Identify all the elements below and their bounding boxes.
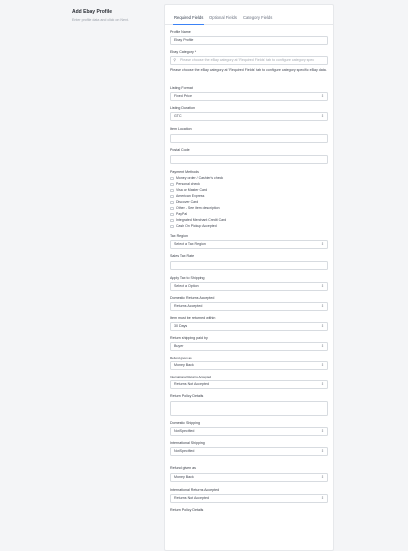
return-within-select[interactable]: 30 Days ⇕ — [170, 322, 328, 331]
return-within-label: Item must be returned within — [170, 316, 216, 320]
checkbox[interactable] — [170, 224, 174, 228]
ebay-category-placeholder: Please choose the eBay category at 'Requ… — [180, 58, 315, 62]
chevron-updown-icon: ⇕ — [320, 324, 324, 328]
chevron-updown-icon: ⇕ — [320, 429, 324, 433]
tax-region-select[interactable]: Select a Tax Region ⇕ — [170, 240, 328, 249]
refund-given-label: Refund given as — [170, 356, 192, 360]
domestic-returns-value: Returns Accepted — [174, 304, 203, 308]
chevron-updown-icon: ⇕ — [320, 242, 324, 246]
checkbox[interactable] — [170, 176, 174, 180]
checkbox[interactable] — [170, 200, 174, 204]
chevron-updown-icon: ⇕ — [320, 496, 324, 500]
chevron-updown-icon: ⇕ — [320, 363, 324, 367]
chevron-updown-icon: ⇕ — [320, 94, 324, 98]
chevron-updown-icon: ⇕ — [320, 304, 324, 308]
listing-format-label: Listing Format — [170, 86, 193, 90]
checkbox[interactable] — [170, 218, 174, 222]
domestic-shipping-select[interactable]: NotSpecified ⇕ — [170, 427, 328, 436]
intl-returns-select-2[interactable]: Returns Not Accepted ⇕ — [170, 494, 328, 503]
listing-duration-value: GTC — [174, 114, 182, 118]
return-within-value: 30 Days — [174, 324, 188, 328]
checkbox[interactable] — [170, 188, 174, 192]
domestic-returns-label: Domestic Returns Accepted — [170, 296, 215, 300]
sales-tax-rate-label: Sales Tax Rate — [170, 254, 195, 258]
tab-bar: Required Fields Optional Fields Category… — [165, 5, 333, 25]
postal-code-input[interactable] — [170, 155, 328, 164]
search-icon: ⚲ — [173, 58, 177, 62]
page-subtitle: Enter profile data and click on Next. — [72, 18, 129, 22]
sidebar-info: Add Ebay Profile Enter profile data and … — [72, 9, 157, 23]
intl-returns-label-2: International Returns Accepted — [170, 488, 220, 492]
intl-shipping-label: International Shipping — [170, 441, 205, 445]
apply-tax-shipping-value: Select a Option — [174, 284, 199, 288]
postal-code-label: Postal Code — [170, 148, 190, 152]
page-title: Add Ebay Profile — [72, 9, 113, 15]
return-policy-label-2: Return Policy Details — [170, 508, 204, 512]
refund-given-select-2[interactable]: Money Back ⇕ — [170, 473, 328, 482]
checkbox[interactable] — [170, 212, 174, 216]
tab-category-fields[interactable]: Category Fields — [243, 15, 272, 20]
tax-region-value: Select a Tax Region — [174, 242, 206, 246]
return-shipping-paid-select[interactable]: Buyer ⇕ — [170, 342, 328, 351]
return-policy-textarea[interactable] — [170, 401, 328, 416]
listing-duration-select[interactable]: GTC ⇕ — [170, 112, 328, 121]
payment-methods-label: Payment Methods — [170, 170, 199, 174]
listing-format-select[interactable]: Fixed Price ⇕ — [170, 92, 328, 101]
profile-name-input[interactable]: Ebay Profile — [170, 36, 328, 45]
chevron-updown-icon: ⇕ — [320, 449, 324, 453]
profile-form-card: Required Fields Optional Fields Category… — [164, 4, 334, 551]
apply-tax-shipping-select[interactable]: Select a Option ⇕ — [170, 282, 328, 291]
refund-given-value-2: Money Back — [174, 475, 194, 479]
chevron-updown-icon: ⇕ — [320, 382, 324, 386]
intl-returns-label: International Returns Accepted — [170, 375, 212, 379]
item-location-input[interactable] — [170, 134, 328, 143]
chevron-updown-icon: ⇕ — [320, 475, 324, 479]
domestic-returns-select[interactable]: Returns Accepted ⇕ — [170, 302, 328, 311]
listing-format-value: Fixed Price — [174, 94, 192, 98]
chevron-updown-icon: ⇕ — [320, 344, 324, 348]
profile-name-label: Profile Name — [170, 30, 191, 34]
refund-given-label-2: Refund given as — [170, 466, 196, 470]
chevron-updown-icon: ⇕ — [320, 114, 324, 118]
category-note: Please choose the eBay category at 'Requ… — [170, 68, 327, 72]
checkbox[interactable] — [170, 194, 174, 198]
ebay-category-label: Ebay Category * — [170, 50, 197, 54]
sales-tax-rate-input[interactable] — [170, 261, 328, 270]
return-shipping-paid-value: Buyer — [174, 344, 184, 348]
tab-optional-fields[interactable]: Optional Fields — [209, 15, 237, 20]
apply-tax-shipping-label: Apply Tax to Shipping — [170, 276, 205, 280]
refund-given-value: Money Back — [174, 363, 194, 367]
chevron-updown-icon: ⇕ — [320, 284, 324, 288]
intl-shipping-value: NotSpecified — [174, 449, 195, 453]
tab-required-fields[interactable]: Required Fields — [172, 15, 205, 25]
intl-returns-select[interactable]: Returns Not Accepted ⇕ — [170, 380, 328, 389]
item-location-label: Item Location — [170, 127, 192, 131]
refund-given-select[interactable]: Money Back ⇕ — [170, 361, 328, 370]
return-shipping-paid-label: Return shipping paid by — [170, 336, 208, 340]
domestic-shipping-label: Domestic Shipping — [170, 421, 200, 425]
tax-region-label: Tax Region — [170, 234, 188, 238]
intl-shipping-select[interactable]: NotSpecified ⇕ — [170, 447, 328, 456]
ebay-category-search[interactable]: ⚲ Please choose the eBay category at 'Re… — [170, 56, 328, 65]
return-policy-label: Return Policy Details — [170, 394, 204, 398]
checkbox[interactable] — [170, 206, 174, 210]
listing-duration-label: Listing Duration — [170, 106, 195, 110]
intl-returns-value-2: Returns Not Accepted — [174, 496, 209, 500]
checkbox[interactable] — [170, 182, 174, 186]
domestic-shipping-value: NotSpecified — [174, 429, 195, 433]
intl-returns-value: Returns Not Accepted — [174, 382, 209, 386]
